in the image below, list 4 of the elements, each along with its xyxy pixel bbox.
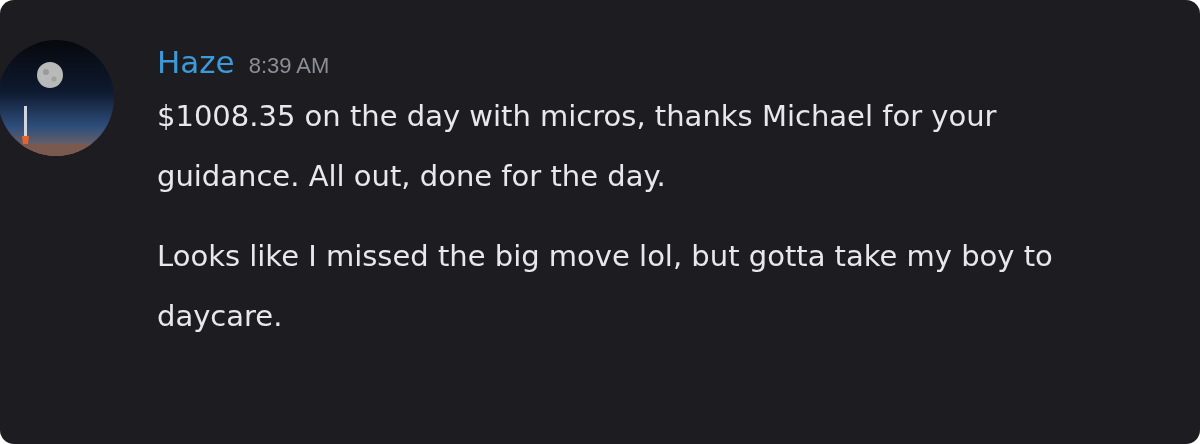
author-name[interactable]: Haze [157, 40, 235, 84]
timestamp: 8:39 AM [248, 52, 330, 80]
message-text: $1008.35 on the day with micros, thanks Michael for your guidance. All out, done for the day. [157, 98, 998, 195]
message-text: Looks like I missed the big move lol, but gotta take my boy to daycare. [157, 238, 1054, 335]
